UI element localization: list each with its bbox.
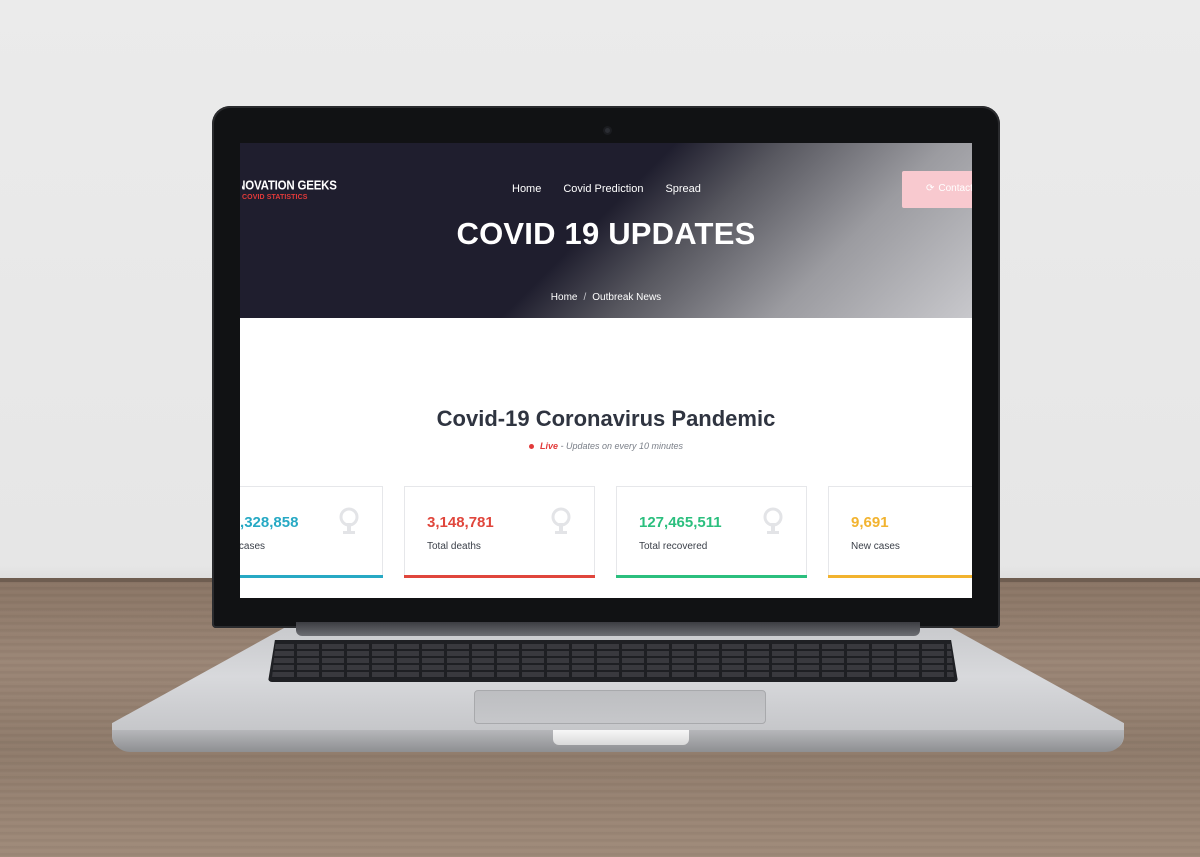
- breadcrumb-home[interactable]: Home: [551, 292, 578, 303]
- section-title: Covid-19 Coronavirus Pandemic: [436, 406, 776, 431]
- live-suffix: - Updates on every 10 minutes: [557, 441, 684, 451]
- stat-color-bar: [240, 575, 383, 578]
- stat-label: Total deaths: [427, 541, 481, 552]
- stat-label: Total recovered: [639, 541, 708, 552]
- laptop-front-notch: [553, 730, 689, 745]
- virus-icon: [339, 507, 359, 534]
- stat-label: Total cases: [240, 541, 266, 552]
- stat-color-bar: [616, 575, 807, 578]
- stat-value: 148,328,858: [240, 514, 299, 531]
- stat-label: New cases: [851, 541, 900, 552]
- stat-card-total-recovered: 127,465,511 Total recovered: [616, 486, 807, 578]
- stat-color-bar: [828, 575, 972, 578]
- stat-card-new-cases: 9,691 New cases: [828, 486, 972, 578]
- stat-card-total-deaths: 3,148,781 Total deaths: [404, 486, 595, 578]
- laptop-hinge: [296, 622, 920, 636]
- contact-label: Contact: [938, 183, 972, 194]
- nav-covid-prediction[interactable]: Covid Prediction: [563, 183, 643, 195]
- live-status: Live - Updates on every 10 minutes: [240, 441, 972, 451]
- laptop-keys: [272, 644, 954, 678]
- virus-icon: [551, 507, 571, 534]
- page-title: COVID 19 UPDATES: [456, 216, 756, 251]
- stat-value: 3,148,781: [427, 514, 494, 531]
- live-dot-icon: [528, 444, 534, 450]
- refresh-icon: ⟳: [926, 183, 935, 194]
- contact-button[interactable]: ⟳ Contact: [902, 171, 972, 208]
- laptop-trackpad: [474, 690, 766, 724]
- laptop-screen: INNOVATION GEEKS COVID STATISTICS Home C…: [240, 143, 972, 598]
- live-word: Live: [539, 441, 558, 451]
- main-nav: Home Covid Prediction Spread: [512, 183, 701, 195]
- logo-sub-text: COVID STATISTICS: [242, 194, 308, 201]
- breadcrumb-separator: /: [583, 292, 587, 303]
- stat-card-total-cases: 148,328,858 Total cases: [240, 486, 383, 578]
- breadcrumb-current: Outbreak News: [592, 292, 662, 303]
- stat-value: 127,465,511: [639, 514, 722, 531]
- site-logo[interactable]: INNOVATION GEEKS COVID STATISTICS: [242, 179, 337, 201]
- stat-value: 9,691: [851, 514, 889, 531]
- stat-color-bar: [404, 575, 595, 578]
- logo-main-text: INNOVATION GEEKS: [242, 179, 337, 193]
- webcam-icon: [603, 126, 612, 135]
- nav-spread[interactable]: Spread: [665, 183, 700, 195]
- breadcrumb: Home / Outbreak News: [240, 292, 972, 303]
- nav-home[interactable]: Home: [512, 183, 541, 195]
- virus-icon: [763, 507, 783, 534]
